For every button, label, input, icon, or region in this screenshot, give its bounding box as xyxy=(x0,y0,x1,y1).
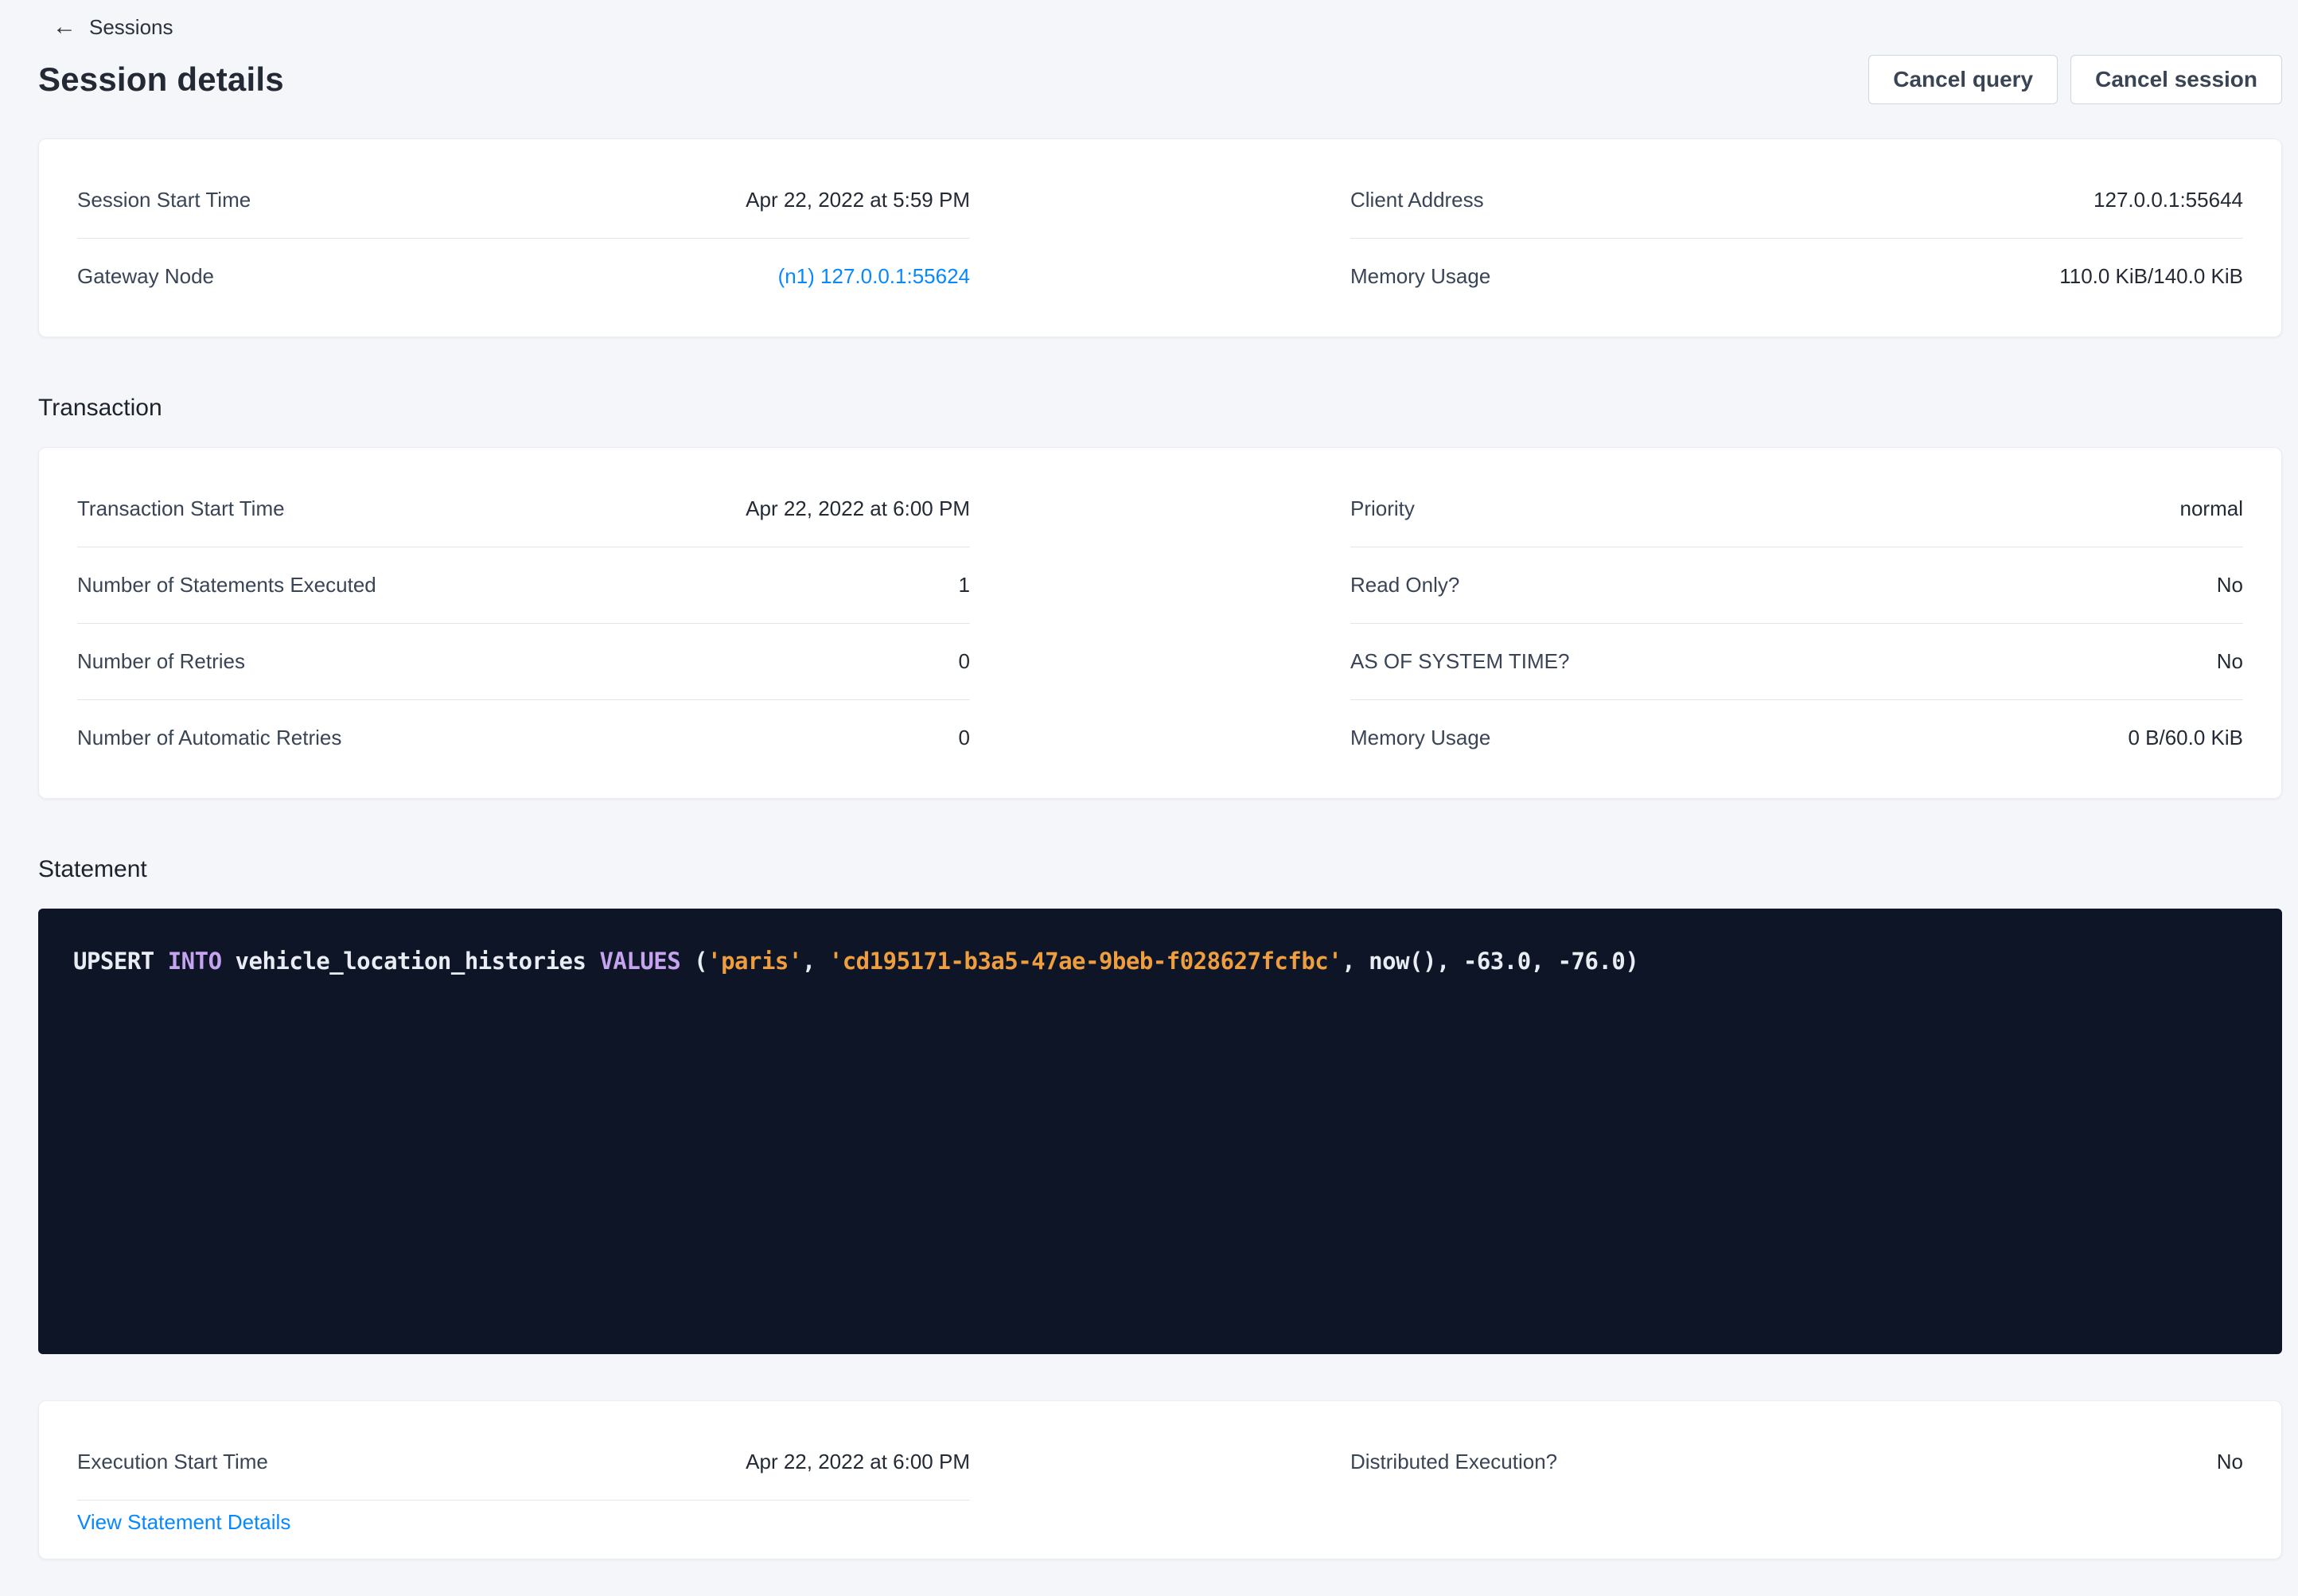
row-value: 127.0.0.1:55644 xyxy=(2094,188,2243,212)
row-value: Apr 22, 2022 at 5:59 PM xyxy=(746,188,970,212)
summary-row: AS OF SYSTEM TIME? No xyxy=(1350,623,2243,699)
row-label: Memory Usage xyxy=(1350,726,1490,750)
page-title: Session details xyxy=(38,60,284,99)
sql-token-string: 'paris' xyxy=(707,948,802,975)
cancel-query-button[interactable]: Cancel query xyxy=(1868,55,2058,104)
summary-row: Distributed Execution? No xyxy=(1350,1423,2243,1500)
summary-row: Number of Automatic Retries 0 xyxy=(77,699,970,776)
row-label: Session Start Time xyxy=(77,188,251,212)
sql-token-plain: , xyxy=(802,948,829,975)
summary-row: Session Start Time Apr 22, 2022 at 5:59 P… xyxy=(77,162,970,238)
row-value: Apr 22, 2022 at 6:00 PM xyxy=(746,496,970,521)
row-value: 0 B/60.0 KiB xyxy=(2128,726,2243,750)
summary-row: Execution Start Time Apr 22, 2022 at 6:0… xyxy=(77,1423,970,1500)
sql-token-plain: ( xyxy=(694,948,707,975)
row-label: Execution Start Time xyxy=(77,1450,268,1474)
row-value: normal xyxy=(2180,496,2243,521)
summary-row: Priority normal xyxy=(1350,470,2243,547)
row-value-link[interactable]: (n1) 127.0.0.1:55624 xyxy=(778,264,970,289)
summary-row: Number of Retries 0 xyxy=(77,623,970,699)
session-summary-right-column: Client Address 127.0.0.1:55644 Memory Usag… xyxy=(1350,162,2243,314)
transaction-right-column: PrioritynormalRead Only?NoAS OF SYSTEM T… xyxy=(1350,470,2243,776)
session-summary-left-column: Session Start Time Apr 22, 2022 at 5:59 P… xyxy=(77,162,970,314)
view-statement-details-row: View Statement Details xyxy=(77,1500,970,1544)
row-value: 0 xyxy=(959,726,970,750)
sql-token-plain: UPSERT xyxy=(73,948,168,975)
row-value: No xyxy=(2217,573,2243,598)
view-statement-details-link[interactable]: View Statement Details xyxy=(77,1510,290,1535)
summary-row: Transaction Start Time Apr 22, 2022 at 6:… xyxy=(77,470,970,547)
sql-token-keyword: INTO xyxy=(168,948,236,975)
summary-row: Memory Usage 110.0 KiB/140.0 KiB xyxy=(1350,238,2243,314)
sql-token-keyword: VALUES xyxy=(599,948,694,975)
row-value: 1 xyxy=(959,573,970,598)
action-buttons: Cancel query Cancel session xyxy=(1868,55,2282,104)
row-value: No xyxy=(2217,1450,2243,1474)
sql-token-string: 'cd195171-b3a5-47ae-9beb-f028627fcfbc' xyxy=(829,948,1342,975)
transaction-left-column: Transaction Start Time Apr 22, 2022 at 6:… xyxy=(77,470,970,776)
summary-row: Read Only? No xyxy=(1350,547,2243,623)
summary-row: Number of Statements Executed 1 xyxy=(77,547,970,623)
row-label: Number of Statements Executed xyxy=(77,573,376,598)
execution-right-column: Distributed Execution? No xyxy=(1350,1423,2243,1544)
summary-row: Client Address 127.0.0.1:55644 xyxy=(1350,162,2243,238)
execution-summary-card: Execution Start Time Apr 22, 2022 at 6:0… xyxy=(38,1400,2282,1559)
summary-row: Memory Usage 0 B/60.0 KiB xyxy=(1350,699,2243,776)
row-label: Distributed Execution? xyxy=(1350,1450,1557,1474)
cancel-session-button[interactable]: Cancel session xyxy=(2070,55,2282,104)
row-label: Number of Automatic Retries xyxy=(77,726,341,750)
row-value: Apr 22, 2022 at 6:00 PM xyxy=(746,1450,970,1474)
row-value: 0 xyxy=(959,649,970,674)
row-label: Gateway Node xyxy=(77,264,214,289)
sql-token-plain: vehicle_location_histories xyxy=(236,948,600,975)
row-label: Memory Usage xyxy=(1350,264,1490,289)
statement-section-heading: Statement xyxy=(38,856,2282,883)
execution-left-column: Execution Start Time Apr 22, 2022 at 6:0… xyxy=(77,1423,970,1544)
row-label: AS OF SYSTEM TIME? xyxy=(1350,649,1569,674)
row-label: Transaction Start Time xyxy=(77,496,285,521)
session-summary-card: Session Start Time Apr 22, 2022 at 5:59 P… xyxy=(38,138,2282,337)
row-value: 110.0 KiB/140.0 KiB xyxy=(2059,264,2243,289)
back-to-sessions-link[interactable]: ← Sessions xyxy=(53,0,173,41)
summary-row: Gateway Node (n1) 127.0.0.1:55624 xyxy=(77,238,970,314)
title-row: Session details Cancel query Cancel sess… xyxy=(38,54,2282,105)
row-label: Number of Retries xyxy=(77,649,245,674)
transaction-summary-card: Transaction Start Time Apr 22, 2022 at 6:… xyxy=(38,447,2282,799)
transaction-section-heading: Transaction xyxy=(38,395,2282,422)
breadcrumb-label: Sessions xyxy=(89,15,173,40)
back-arrow-icon: ← xyxy=(53,15,76,39)
session-details-page: ← Sessions Session details Cancel query … xyxy=(38,0,2282,1559)
row-label: Read Only? xyxy=(1350,573,1459,598)
sql-token-plain: , now(), -63.0, -76.0) xyxy=(1342,948,1638,975)
sql-statement-box: UPSERT INTO vehicle_location_histories V… xyxy=(38,909,2282,1354)
row-value: No xyxy=(2217,649,2243,674)
row-label: Priority xyxy=(1350,496,1415,521)
row-label: Client Address xyxy=(1350,188,1484,212)
